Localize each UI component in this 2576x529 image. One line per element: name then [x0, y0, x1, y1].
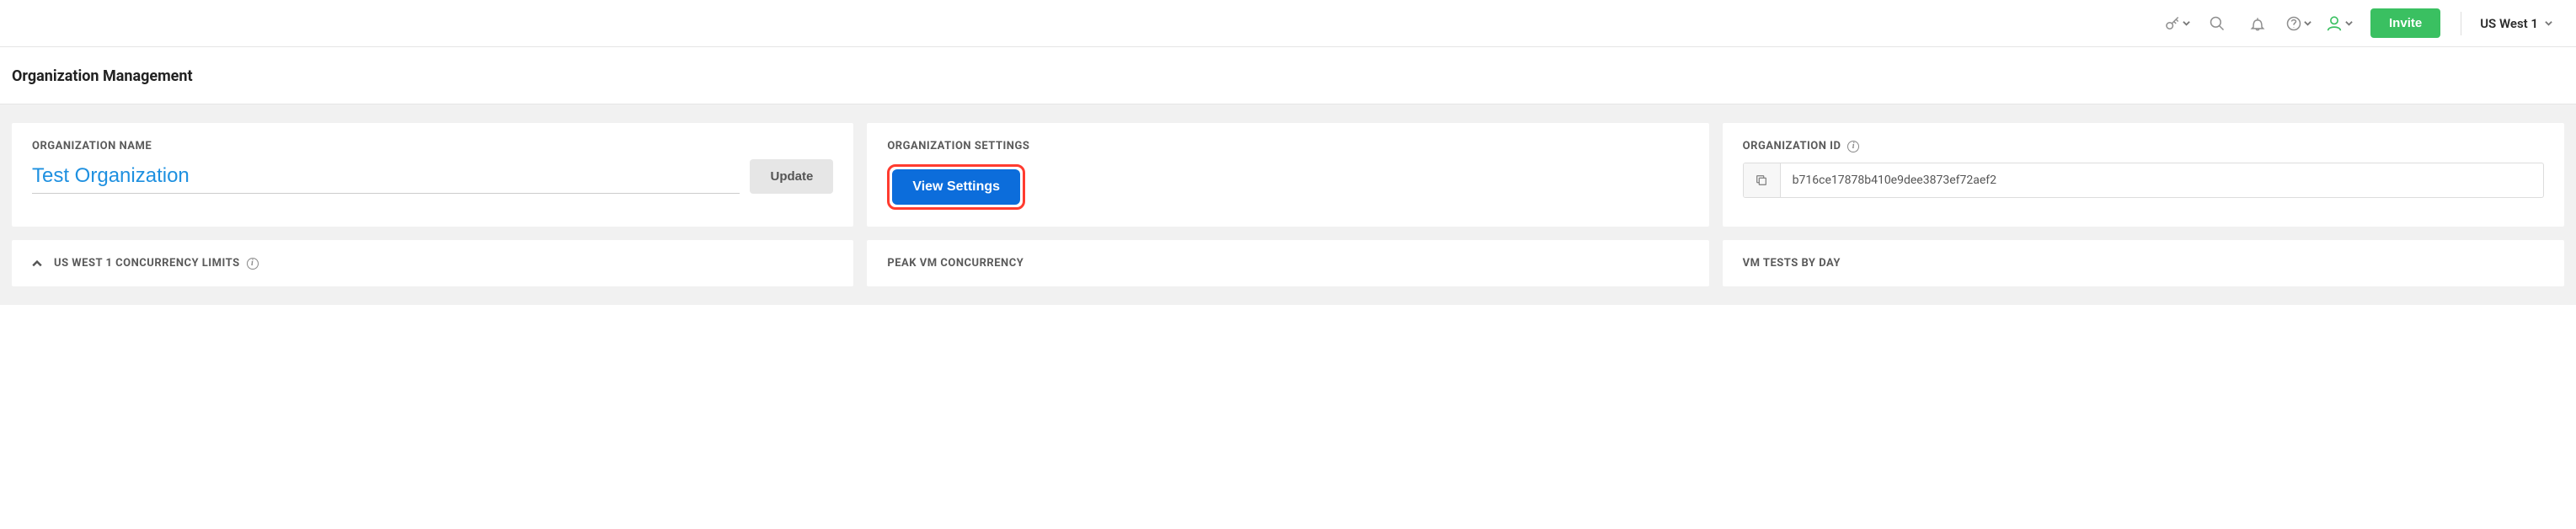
peak-vm-label: PEAK VM CONCURRENCY [887, 257, 1688, 270]
org-id-card: ORGANIZATION ID i b716ce17878b410e9dee38… [1723, 123, 2564, 227]
key-icon-dropdown[interactable] [2160, 7, 2194, 40]
key-icon [2164, 15, 2181, 32]
info-icon[interactable]: i [247, 258, 259, 270]
update-button[interactable]: Update [750, 159, 833, 194]
page-title: Organization Management [12, 67, 2564, 85]
chevron-down-icon [2304, 19, 2311, 27]
card-row-1: ORGANIZATION NAME Update ORGANIZATION SE… [12, 123, 2564, 227]
chevron-up-icon [32, 259, 42, 269]
org-settings-label: ORGANIZATION SETTINGS [887, 140, 1688, 152]
org-id-value: b716ce17878b410e9dee3873ef72aef2 [1781, 163, 2543, 197]
invite-button[interactable]: Invite [2370, 8, 2440, 38]
bell-icon [2249, 15, 2266, 32]
org-name-card: ORGANIZATION NAME Update [12, 123, 853, 227]
chevron-down-icon [2545, 19, 2552, 27]
info-icon[interactable]: i [1847, 141, 1859, 152]
copy-button[interactable] [1744, 163, 1781, 197]
concurrency-limits-header[interactable]: US WEST 1 CONCURRENCY LIMITS i [32, 257, 833, 270]
peak-vm-card: PEAK VM CONCURRENCY [867, 240, 1708, 286]
vm-tests-label: VM TESTS BY DAY [1743, 257, 2544, 270]
help-icon [2285, 15, 2302, 32]
org-name-label: ORGANIZATION NAME [32, 140, 833, 152]
org-settings-card: ORGANIZATION SETTINGS View Settings [867, 123, 1708, 227]
org-name-input[interactable] [32, 161, 740, 194]
org-name-row: Update [32, 159, 833, 194]
org-id-label-row: ORGANIZATION ID i [1743, 140, 2544, 152]
chevron-down-icon [2183, 19, 2190, 27]
top-bar: Invite US West 1 [0, 0, 2576, 47]
search-icon [2209, 15, 2226, 32]
content-area: ORGANIZATION NAME Update ORGANIZATION SE… [0, 104, 2576, 305]
view-settings-highlight: View Settings [887, 164, 1025, 210]
region-label: US West 1 [2480, 16, 2538, 31]
region-selector[interactable]: US West 1 [2473, 16, 2559, 31]
notifications-button[interactable] [2241, 7, 2274, 40]
view-settings-button[interactable]: View Settings [892, 169, 1020, 205]
chevron-down-icon [2345, 19, 2353, 27]
concurrency-limits-label: US WEST 1 CONCURRENCY LIMITS [54, 257, 240, 270]
card-row-2: US WEST 1 CONCURRENCY LIMITS i PEAK VM C… [12, 240, 2564, 286]
copy-icon [1755, 174, 1768, 187]
concurrency-limits-card: US WEST 1 CONCURRENCY LIMITS i [12, 240, 853, 286]
help-dropdown[interactable] [2281, 7, 2315, 40]
org-id-label: ORGANIZATION ID [1743, 140, 1841, 152]
search-button[interactable] [2200, 7, 2234, 40]
user-menu[interactable] [2322, 7, 2355, 40]
user-icon [2325, 14, 2344, 33]
page-header: Organization Management [0, 47, 2576, 104]
vm-tests-card: VM TESTS BY DAY [1723, 240, 2564, 286]
org-id-row: b716ce17878b410e9dee3873ef72aef2 [1743, 163, 2544, 198]
